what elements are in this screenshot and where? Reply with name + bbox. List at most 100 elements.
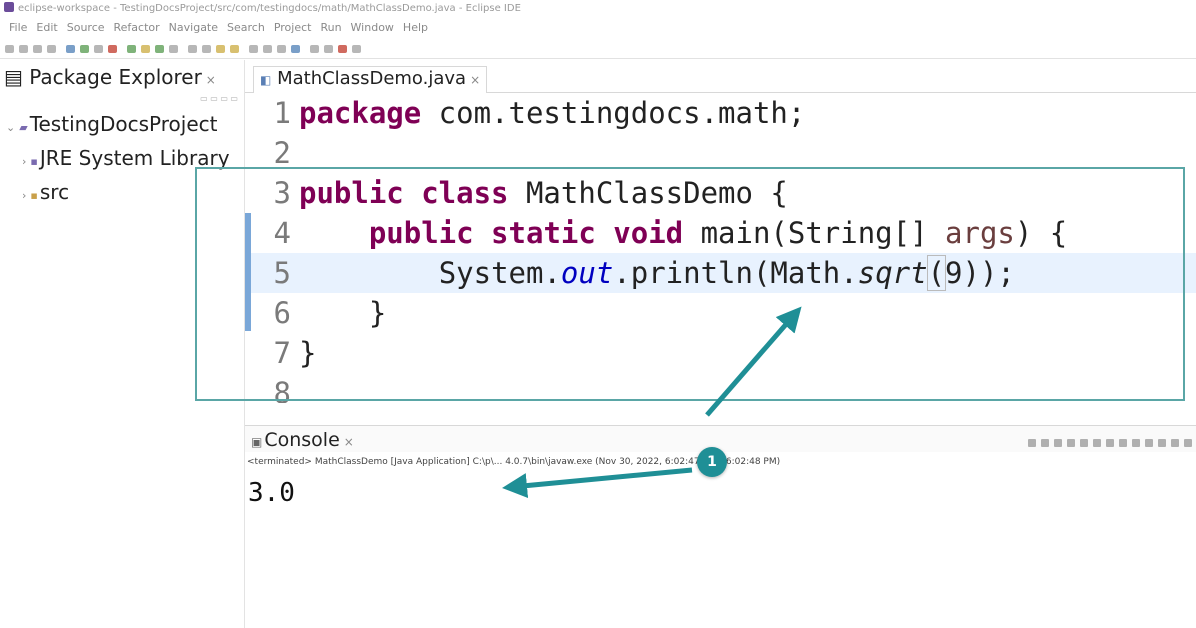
show-when-stdout-icon[interactable]: [1106, 439, 1114, 447]
pin-icon[interactable]: [277, 45, 287, 53]
save-icon[interactable]: [19, 45, 28, 53]
code-line-6[interactable]: 6 }: [245, 293, 1196, 333]
code-editor[interactable]: 1 package com.testingdocs.math; 2 3 public…: [245, 93, 1196, 423]
clear-console-icon[interactable]: [1067, 439, 1075, 447]
package-explorer-tab[interactable]: ▤ Package Explorer ×: [0, 60, 244, 94]
console-toolbar: [1023, 432, 1192, 451]
code-text: MathClassDemo {: [508, 176, 788, 210]
keyword: public static void: [368, 216, 684, 250]
scroll-lock-icon[interactable]: [1080, 439, 1088, 447]
java-file-icon: ◧: [260, 73, 272, 87]
explorer-view-toolbar: ▭ ▭ ▭ ▭: [200, 94, 238, 103]
tree-item-label: src: [39, 180, 70, 204]
open-type-icon[interactable]: [169, 45, 179, 53]
code-line-2[interactable]: 2: [245, 133, 1196, 173]
tree-item-jre[interactable]: › ▪ JRE System Library: [22, 146, 230, 170]
console-tab[interactable]: ▣ Console ×: [251, 428, 354, 454]
display-console-icon[interactable]: [1145, 439, 1153, 447]
remove-launch-icon[interactable]: [1041, 439, 1049, 447]
console-output[interactable]: 3.0: [248, 477, 295, 509]
tree-item-project[interactable]: ⌄ ▰ TestingDocsProject: [6, 112, 217, 136]
package-explorer-label: Package Explorer: [29, 65, 202, 89]
toolbar-extra-2-icon[interactable]: [324, 45, 334, 53]
menu-project[interactable]: Project: [274, 18, 312, 38]
source-folder-icon: ▪: [30, 189, 38, 202]
eclipse-icon: [4, 2, 14, 12]
annotation-prev-icon[interactable]: [230, 45, 240, 53]
code-line-8[interactable]: 8: [245, 373, 1196, 403]
perspective-java-icon[interactable]: [291, 45, 301, 53]
line-number: 4: [273, 216, 291, 250]
new-icon[interactable]: [5, 45, 14, 53]
step-callout-badge: 1: [697, 447, 727, 477]
toolbar-extra-1-icon[interactable]: [310, 45, 320, 53]
code-text: ) {: [1014, 216, 1068, 250]
open-console-icon[interactable]: [1158, 439, 1166, 447]
run-icon[interactable]: [80, 45, 90, 53]
new-java-project-icon[interactable]: [127, 45, 137, 53]
close-icon[interactable]: ×: [470, 73, 480, 87]
remove-all-icon[interactable]: [1054, 439, 1062, 447]
menu-run[interactable]: Run: [320, 18, 341, 38]
line-number: 6: [273, 296, 291, 330]
code-line-7[interactable]: 7}: [245, 333, 1196, 373]
expand-icon[interactable]: ›: [22, 189, 26, 202]
show-when-stderr-icon[interactable]: [1119, 439, 1127, 447]
new-class-icon[interactable]: [155, 45, 165, 53]
editor-tab-bar: ◧ MathClassDemo.java ×: [245, 60, 1196, 93]
code-text: main(String[]: [683, 216, 946, 250]
menu-bar: File Edit Source Refactor Navigate Search Proj…: [0, 18, 1196, 38]
forward-icon[interactable]: [263, 45, 273, 53]
code-text: 9));: [945, 256, 1015, 290]
code-line-3[interactable]: 3 public class MathClassDemo {: [245, 173, 1196, 213]
save-all-icon[interactable]: [33, 45, 42, 53]
menu-source[interactable]: Source: [67, 18, 105, 38]
terminate-icon[interactable]: [1028, 439, 1036, 447]
search-icon[interactable]: [188, 45, 198, 53]
code-line-4[interactable]: 4 public static void main(String[] args)…: [245, 213, 1196, 253]
word-wrap-icon[interactable]: [1093, 439, 1101, 447]
menu-refactor[interactable]: Refactor: [114, 18, 160, 38]
menu-search[interactable]: Search: [227, 18, 265, 38]
debug-icon[interactable]: [66, 45, 76, 53]
arrow-to-output: [502, 467, 693, 499]
back-icon[interactable]: [249, 45, 259, 53]
parameter-name: args: [945, 216, 1015, 250]
tree-item-src[interactable]: › ▪ src: [22, 180, 69, 204]
new-package-icon[interactable]: [141, 45, 151, 53]
pin-console-icon[interactable]: [1132, 439, 1140, 447]
maximize-icon[interactable]: [1184, 439, 1192, 447]
code-text: }: [368, 296, 387, 330]
editor-tab-mathclassdemo[interactable]: ◧ MathClassDemo.java ×: [253, 66, 488, 93]
coverage-icon[interactable]: [94, 45, 104, 53]
method-range-indicator: [245, 213, 251, 331]
annotation-next-icon[interactable]: [216, 45, 226, 53]
menu-window[interactable]: Window: [351, 18, 394, 38]
toolbar-extra-4-icon[interactable]: [352, 45, 362, 53]
static-field: out: [560, 256, 614, 290]
expand-icon[interactable]: ›: [22, 155, 26, 168]
tree-item-label: TestingDocsProject: [29, 112, 218, 136]
line-number: 8: [273, 376, 291, 403]
code-line-1[interactable]: 1 package com.testingdocs.math;: [245, 93, 1196, 133]
library-icon: ▪: [30, 155, 38, 168]
close-icon[interactable]: ×: [344, 435, 354, 449]
close-icon[interactable]: ×: [206, 73, 216, 87]
menu-file[interactable]: File: [9, 18, 27, 38]
print-icon[interactable]: [47, 45, 56, 53]
menu-navigate[interactable]: Navigate: [169, 18, 218, 38]
code-text: .println(Math.: [613, 256, 858, 290]
line-number: 5: [273, 256, 291, 290]
minimize-icon[interactable]: [1171, 439, 1179, 447]
collapse-icon[interactable]: ⌄: [6, 121, 15, 134]
console-view-header: ▣ Console ×: [245, 425, 1196, 452]
stop-icon[interactable]: [108, 45, 118, 53]
code-line-5[interactable]: 5 System.out.println(Math.sqrt(9));: [245, 253, 1196, 293]
toolbar-extra-3-icon[interactable]: [338, 45, 348, 53]
toggle-mark-icon[interactable]: [202, 45, 212, 53]
menu-help[interactable]: Help: [403, 18, 428, 38]
line-number: 1: [273, 96, 291, 130]
console-tab-label: Console: [264, 429, 340, 451]
menu-edit[interactable]: Edit: [36, 18, 57, 38]
keyword: public class: [299, 176, 509, 210]
